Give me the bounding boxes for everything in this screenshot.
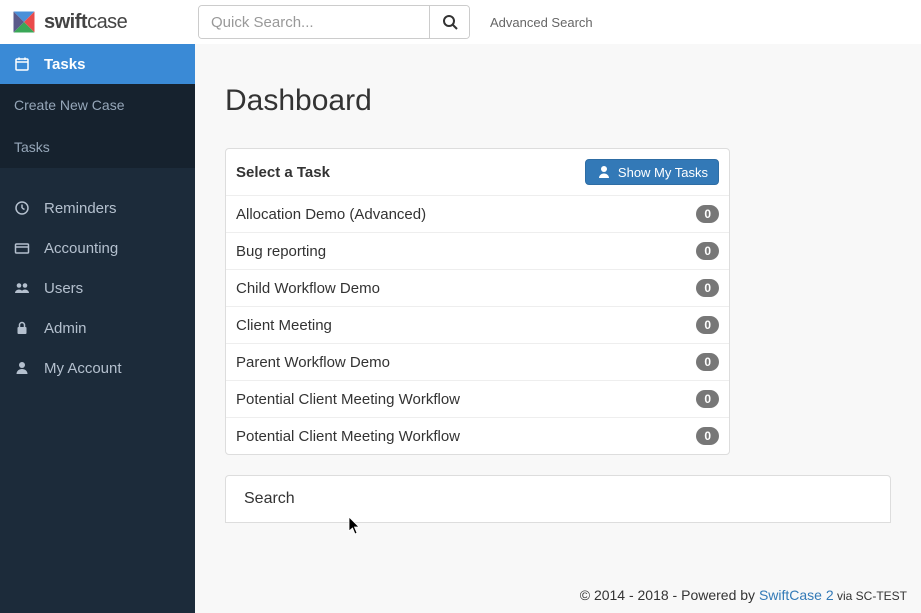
page-title: Dashboard xyxy=(225,84,891,118)
task-label: Allocation Demo (Advanced) xyxy=(236,206,426,223)
task-count-badge: 0 xyxy=(696,279,719,297)
sidebar: Tasks Create New Case Tasks Reminders Ac… xyxy=(0,44,195,613)
footer: © 2014 - 2018 - Powered by SwiftCase 2 v… xyxy=(580,587,907,603)
clock-icon xyxy=(14,200,30,216)
task-row[interactable]: Parent Workflow Demo 0 xyxy=(226,344,729,381)
logo-icon xyxy=(10,8,38,36)
task-count-badge: 0 xyxy=(696,390,719,408)
task-row[interactable]: Bug reporting 0 xyxy=(226,233,729,270)
sidebar-item-label: Users xyxy=(44,280,83,297)
search-panel: Search xyxy=(225,475,891,523)
main-content: Dashboard Select a Task Show My Tasks Al… xyxy=(195,44,921,613)
footer-copyright: © 2014 - 2018 - Powered by xyxy=(580,587,759,603)
advanced-search-link[interactable]: Advanced Search xyxy=(490,15,593,30)
task-label: Child Workflow Demo xyxy=(236,280,380,297)
footer-via: via xyxy=(834,589,856,603)
task-label: Bug reporting xyxy=(236,243,326,260)
sidebar-item-accounting[interactable]: Accounting xyxy=(0,228,195,268)
user-icon xyxy=(14,360,30,376)
sidebar-item-admin[interactable]: Admin xyxy=(0,308,195,348)
sidebar-item-reminders[interactable]: Reminders xyxy=(0,188,195,228)
task-label: Client Meeting xyxy=(236,317,332,334)
task-label: Potential Client Meeting Workflow xyxy=(236,428,460,445)
task-count-badge: 0 xyxy=(696,205,719,223)
quick-search-button[interactable] xyxy=(429,6,469,38)
task-row[interactable]: Potential Client Meeting Workflow 0 xyxy=(226,418,729,454)
sidebar-item-label: Admin xyxy=(44,320,87,337)
task-row[interactable]: Potential Client Meeting Workflow 0 xyxy=(226,381,729,418)
users-icon xyxy=(14,280,30,296)
sidebar-item-users[interactable]: Users xyxy=(0,268,195,308)
task-row[interactable]: Client Meeting 0 xyxy=(226,307,729,344)
task-count-badge: 0 xyxy=(696,242,719,260)
lock-icon xyxy=(14,320,30,336)
task-row[interactable]: Child Workflow Demo 0 xyxy=(226,270,729,307)
logo-text: swiftcase xyxy=(44,11,127,34)
credit-card-icon xyxy=(14,240,30,256)
task-label: Potential Client Meeting Workflow xyxy=(236,391,460,408)
sidebar-item-label: Accounting xyxy=(44,240,118,257)
calendar-icon xyxy=(14,56,30,72)
task-count-badge: 0 xyxy=(696,427,719,445)
button-label: Show My Tasks xyxy=(618,165,708,180)
search-icon xyxy=(442,14,458,30)
task-count-badge: 0 xyxy=(696,316,719,334)
sidebar-item-my-account[interactable]: My Account xyxy=(0,348,195,388)
sidebar-item-label: Reminders xyxy=(44,200,117,217)
show-my-tasks-button[interactable]: Show My Tasks xyxy=(585,159,719,185)
panel-title: Select a Task xyxy=(236,164,330,181)
sidebar-sub-tasks[interactable]: Tasks xyxy=(0,126,195,168)
logo[interactable]: swiftcase xyxy=(0,8,195,36)
footer-host: SC-TEST xyxy=(856,589,907,603)
quick-search-group xyxy=(198,5,470,39)
task-row[interactable]: Allocation Demo (Advanced) 0 xyxy=(226,196,729,233)
sidebar-item-label: Tasks xyxy=(44,56,85,73)
search-panel-title: Search xyxy=(244,490,872,508)
sidebar-item-label: My Account xyxy=(44,360,122,377)
sidebar-sub-create-new-case[interactable]: Create New Case xyxy=(0,84,195,126)
task-label: Parent Workflow Demo xyxy=(236,354,390,371)
user-icon xyxy=(596,164,612,180)
task-panel: Select a Task Show My Tasks Allocation D… xyxy=(225,148,730,455)
sidebar-item-tasks[interactable]: Tasks xyxy=(0,44,195,84)
quick-search-input[interactable] xyxy=(199,6,429,38)
task-count-badge: 0 xyxy=(696,353,719,371)
footer-link[interactable]: SwiftCase 2 xyxy=(759,587,834,603)
